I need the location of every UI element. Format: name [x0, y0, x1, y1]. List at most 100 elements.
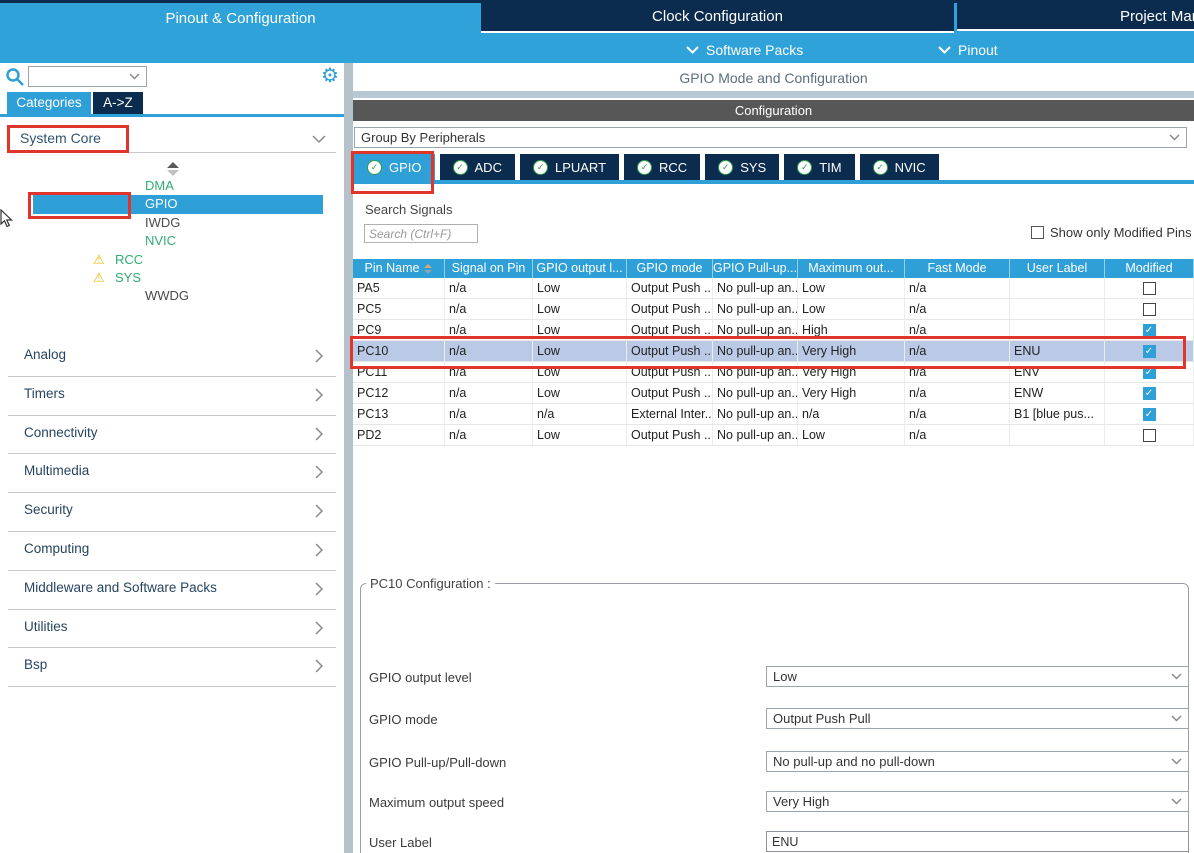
- search-signals-input[interactable]: [364, 224, 478, 243]
- column-header-pin-name[interactable]: Pin Name: [353, 259, 445, 278]
- sort-icon[interactable]: [424, 264, 432, 274]
- cell-user-label: ENW: [1010, 383, 1105, 403]
- peripheral-tab-label: LPUART: [555, 160, 606, 175]
- check-circle-icon: ✓: [718, 160, 733, 175]
- chevron-down-icon: [938, 46, 951, 54]
- sort-toggle-icon[interactable]: [167, 162, 179, 176]
- cell-signal-on-pin: n/a: [445, 404, 533, 424]
- category-label: Connectivity: [24, 425, 98, 440]
- field-select-gpio-output-level[interactable]: Low: [766, 666, 1189, 687]
- software-packs-menu[interactable]: Software Packs: [686, 40, 803, 60]
- field-label-gpio-pull-up-pull-down: GPIO Pull-up/Pull-down: [369, 755, 506, 770]
- column-header-signal-on-pin[interactable]: Signal on Pin: [445, 259, 533, 278]
- tab-project-manager[interactable]: Project Manager: [957, 3, 1194, 31]
- field-select-maximum-output-speed[interactable]: Very High: [766, 791, 1189, 812]
- peripheral-tab-tim[interactable]: ✓TIM: [784, 154, 854, 180]
- gear-icon[interactable]: ⚙: [321, 63, 339, 88]
- chevron-down-icon[interactable]: [312, 135, 326, 144]
- tab-categories[interactable]: Categories: [7, 92, 91, 114]
- sidebar-category-timers[interactable]: Timers: [0, 377, 344, 416]
- chevron-right-icon: [315, 388, 324, 402]
- peripheral-tab-rcc[interactable]: ✓ RCC: [624, 154, 700, 180]
- chevron-down-icon: [1171, 673, 1182, 680]
- cell-fast-mode: n/a: [905, 299, 1010, 319]
- modified-checkbox[interactable]: ✓: [1143, 387, 1156, 400]
- sidebar-category-utilities[interactable]: Utilities: [0, 610, 344, 649]
- peripheral-label: IWDG: [145, 214, 180, 232]
- show-modified-checkbox[interactable]: [1031, 226, 1044, 239]
- sidebar-item-wwdg[interactable]: WWDG: [0, 287, 344, 305]
- peripheral-tab-lpuart[interactable]: ✓LPUART: [520, 154, 619, 180]
- tab-a-to-z[interactable]: A->Z: [93, 92, 143, 114]
- modified-checkbox[interactable]: ✓: [1143, 408, 1156, 421]
- field-select-gpio-mode[interactable]: Output Push Pull: [766, 708, 1189, 729]
- modified-checkbox[interactable]: [1143, 429, 1156, 442]
- cell-gpio-output-l-: n/a: [533, 404, 627, 424]
- cell-gpio-mode: Output Push ...: [627, 278, 713, 298]
- sidebar-category-multimedia[interactable]: Multimedia: [0, 454, 344, 493]
- column-header-modified[interactable]: Modified: [1105, 259, 1194, 278]
- column-header-gpio-pull-up-[interactable]: GPIO Pull-up...: [713, 259, 798, 278]
- sidebar-item-sys[interactable]: ⚠SYS: [0, 269, 344, 287]
- check-circle-icon: ✓: [637, 160, 652, 175]
- sidebar-tabs-underline: [0, 114, 344, 117]
- modified-checkbox[interactable]: ✓: [1143, 324, 1156, 337]
- peripheral-tab-adc[interactable]: ✓ADC: [440, 154, 515, 180]
- tab-clock-configuration[interactable]: Clock Configuration: [481, 3, 954, 33]
- column-header-fast-mode[interactable]: Fast Mode: [905, 259, 1010, 278]
- category-label: Analog: [24, 347, 66, 362]
- peripheral-tab-nvic[interactable]: ✓NVIC: [860, 154, 939, 180]
- table-row[interactable]: PC12n/aLowOutput Push ...No pull-up an..…: [353, 383, 1194, 404]
- show-modified-pins-control[interactable]: Show only Modified Pins: [1031, 225, 1192, 240]
- cell-pin-name: PA5: [353, 278, 445, 298]
- sidebar-category-middleware-and-software-packs[interactable]: Middleware and Software Packs: [0, 571, 344, 610]
- sidebar-item-nvic[interactable]: NVIC: [0, 232, 344, 250]
- cell-maximum-out-: n/a: [798, 404, 905, 424]
- table-row[interactable]: PA5n/aLowOutput Push ...No pull-up an...…: [353, 278, 1194, 299]
- field-value: No pull-up and no pull-down: [773, 754, 935, 769]
- field-select-gpio-pull-up-pull-down[interactable]: No pull-up and no pull-down: [766, 751, 1189, 772]
- warning-icon: ⚠: [93, 251, 105, 269]
- cell-fast-mode: n/a: [905, 383, 1010, 403]
- category-label: Bsp: [24, 657, 47, 672]
- sidebar-category-bsp[interactable]: Bsp: [0, 648, 344, 687]
- category-label: Timers: [24, 386, 65, 401]
- column-header-gpio-mode[interactable]: GPIO mode: [627, 259, 713, 278]
- column-header-maximum-out-[interactable]: Maximum out...: [798, 259, 905, 278]
- chevron-down-icon: [1171, 758, 1182, 765]
- sidebar-category-connectivity[interactable]: Connectivity: [0, 416, 344, 455]
- field-input-user-label[interactable]: ENU: [766, 831, 1189, 852]
- modified-checkbox[interactable]: [1143, 303, 1156, 316]
- column-header-gpio-output-l-[interactable]: GPIO output l...: [533, 259, 627, 278]
- cell-pin-name: PD2: [353, 425, 445, 445]
- cell-modified: [1105, 299, 1194, 319]
- pinout-menu[interactable]: Pinout: [938, 40, 998, 60]
- table-row[interactable]: PD2n/aLowOutput Push ...No pull-up an...…: [353, 425, 1194, 446]
- group-by-combo[interactable]: Group By Peripherals: [354, 127, 1187, 148]
- modified-checkbox[interactable]: [1143, 282, 1156, 295]
- sidebar-category-security[interactable]: Security: [0, 493, 344, 532]
- category-label: Middleware and Software Packs: [24, 580, 217, 595]
- table-row[interactable]: PC13n/an/aExternal Inter...No pull-up an…: [353, 404, 1194, 425]
- group-by-value: Group By Peripherals: [361, 130, 485, 145]
- cell-signal-on-pin: n/a: [445, 383, 533, 403]
- peripheral-label: RCC: [115, 251, 143, 269]
- chevron-down-icon: [1171, 715, 1182, 722]
- search-signals-label: Search Signals: [365, 202, 452, 217]
- top-tab-bar: Pinout & Configuration Clock Configurati…: [0, 0, 1194, 63]
- cell-gpio-output-l-: Low: [533, 425, 627, 445]
- category-label: Computing: [24, 541, 89, 556]
- sidebar-category-computing[interactable]: Computing: [0, 532, 344, 571]
- sidebar-item-rcc[interactable]: ⚠ RCC: [0, 251, 344, 269]
- peripheral-tab-label: RCC: [659, 160, 687, 175]
- peripheral-tab-sys[interactable]: ✓SYS: [705, 154, 779, 180]
- sidebar-category-analog[interactable]: Analog: [0, 338, 344, 377]
- tab-pinout-configuration[interactable]: Pinout & Configuration: [0, 3, 481, 36]
- sidebar-search-combo[interactable]: [28, 66, 147, 87]
- cell-user-label: [1010, 299, 1105, 319]
- cell-signal-on-pin: n/a: [445, 278, 533, 298]
- cell-fast-mode: n/a: [905, 425, 1010, 445]
- table-row[interactable]: PC5n/aLowOutput Push ...No pull-up an...…: [353, 299, 1194, 320]
- column-header-user-label[interactable]: User Label: [1010, 259, 1105, 278]
- chevron-right-icon: [315, 582, 324, 596]
